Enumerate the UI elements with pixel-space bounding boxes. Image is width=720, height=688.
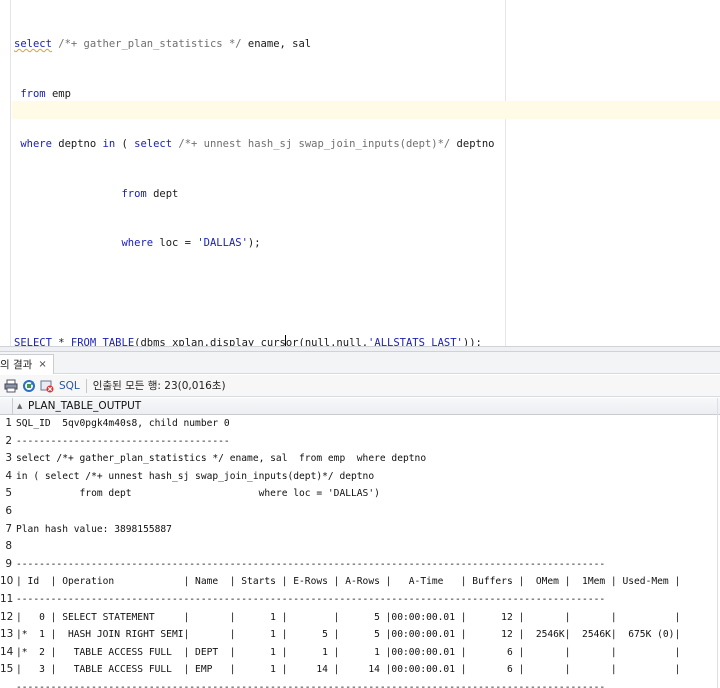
close-icon[interactable]: × bbox=[38, 356, 46, 374]
plan-output-cell[interactable]: |* 1 | HASH JOIN RIGHT SEMI| | 1 | 5 | 5… bbox=[16, 626, 716, 644]
code-line-1: select /*+ gather_plan_statistics */ ena… bbox=[14, 36, 495, 53]
keyword: where bbox=[20, 137, 52, 150]
row-number: 8 bbox=[5, 540, 12, 553]
plan-output-cell[interactable]: ----------------------------------------… bbox=[16, 679, 716, 688]
table-row[interactable]: 10 | Id | Operation | Name | Starts | E-R… bbox=[0, 573, 720, 591]
table-row[interactable]: 15 | 3 | TABLE ACCESS FULL | EMP | 1 | 14… bbox=[0, 661, 720, 679]
grid-corner[interactable] bbox=[0, 398, 13, 415]
table-row[interactable]: 2 ------------------------------------- bbox=[0, 433, 720, 451]
table-row[interactable]: 1 SQL_ID 5qv0pgk4m40s8, child number 0 bbox=[0, 415, 720, 433]
row-number: 7 bbox=[5, 522, 12, 535]
table-row[interactable]: 4 in ( select /*+ unnest hash_sj swap_joi… bbox=[0, 468, 720, 486]
grid-right-border bbox=[717, 398, 718, 688]
row-number: 4 bbox=[5, 469, 12, 482]
results-tabbar: 의 결과 × bbox=[0, 352, 720, 374]
sql-button[interactable]: SQL bbox=[59, 380, 80, 392]
grid-rows: 1 SQL_ID 5qv0pgk4m40s8, child number 0 2 --… bbox=[0, 415, 720, 688]
keyword: from bbox=[20, 87, 46, 100]
table-row[interactable]: 11 --------------------------------------… bbox=[0, 591, 720, 609]
table-row[interactable]: ----------------------------------------… bbox=[0, 679, 720, 688]
row-number: 10 bbox=[0, 575, 14, 588]
row-number: 14 bbox=[0, 645, 14, 658]
results-toolbar: SQL 인출된 모든 행: 23(0,016초) bbox=[0, 375, 720, 397]
row-number: 1 bbox=[5, 417, 12, 429]
sort-indicator-icon: ▲ bbox=[17, 402, 23, 410]
column-header-label: PLAN_TABLE_OUTPUT bbox=[28, 400, 142, 412]
code-text: ename, sal bbox=[241, 38, 312, 51]
tab-label: 의 결과 bbox=[0, 358, 33, 371]
code-line-4: from dept bbox=[14, 186, 495, 203]
comment-hint: /*+ gather_plan_statistics */ bbox=[51, 38, 242, 51]
plan-output-cell[interactable] bbox=[16, 538, 716, 556]
plan-output-cell[interactable]: ------------------------------------- bbox=[16, 433, 716, 451]
row-number bbox=[0, 679, 13, 688]
code-text: ( bbox=[115, 137, 135, 150]
tab-query-result[interactable]: 의 결과 × bbox=[0, 354, 54, 374]
plan-output-cell[interactable]: from dept where loc = 'DALLAS') bbox=[16, 485, 716, 503]
table-row[interactable]: 8 bbox=[0, 538, 720, 556]
table-row[interactable]: 9 ---------------------------------------… bbox=[0, 556, 720, 574]
table-row[interactable]: 3 select /*+ gather_plan_statistics */ en… bbox=[0, 450, 720, 468]
plan-output-cell[interactable]: in ( select /*+ unnest hash_sj swap_join… bbox=[16, 468, 716, 486]
grid-header: ▲ PLAN_TABLE_OUTPUT bbox=[0, 398, 720, 415]
code-text: ); bbox=[247, 237, 261, 250]
editor-code[interactable]: select /*+ gather_plan_statistics */ ena… bbox=[14, 3, 495, 385]
column-header-plan-table-output[interactable]: ▲ PLAN_TABLE_OUTPUT bbox=[14, 398, 718, 415]
comment-hint: /*+ unnest hash_sj swap_join_inputs(dept… bbox=[172, 137, 451, 150]
plan-output-cell[interactable]: | 3 | TABLE ACCESS FULL | EMP | 1 | 14 |… bbox=[16, 661, 716, 679]
plan-output-cell[interactable]: |* 2 | TABLE ACCESS FULL | DEPT | 1 | 1 … bbox=[16, 644, 716, 662]
keyword: select bbox=[14, 38, 52, 51]
row-number: 9 bbox=[5, 557, 12, 570]
code-text: dept bbox=[146, 187, 179, 200]
toolbar-separator bbox=[85, 378, 87, 393]
row-number: 3 bbox=[5, 452, 12, 465]
code-text: emp bbox=[45, 87, 71, 100]
plan-output-cell[interactable]: SQL_ID 5qv0pgk4m40s8, child number 0 bbox=[16, 415, 716, 433]
cancel-fetch-icon[interactable] bbox=[40, 379, 54, 393]
code-line-2: from emp bbox=[14, 86, 495, 103]
code-line-5: where loc = 'DALLAS'); bbox=[14, 235, 495, 252]
fetch-status: 인출된 모든 행: 23(0,016초) bbox=[92, 380, 226, 392]
plan-output-cell[interactable]: ----------------------------------------… bbox=[16, 591, 716, 609]
results-grid[interactable]: ▲ PLAN_TABLE_OUTPUT 1 SQL_ID 5qv0pgk4m40s… bbox=[0, 398, 720, 688]
plan-output-cell[interactable]: ----------------------------------------… bbox=[16, 556, 716, 574]
plan-output-cell[interactable]: | 0 | SELECT STATEMENT | | 1 | | 5 |00:0… bbox=[16, 609, 716, 627]
code-line-3: where deptno in ( select /*+ unnest hash… bbox=[14, 136, 495, 153]
code-text: loc = bbox=[153, 237, 198, 250]
row-number: 2 bbox=[5, 434, 12, 447]
keyword: from bbox=[121, 187, 147, 200]
refresh-icon[interactable] bbox=[22, 379, 36, 393]
string-literal: 'DALLAS' bbox=[197, 237, 248, 250]
row-number: 15 bbox=[0, 663, 14, 676]
row-number: 11 bbox=[0, 592, 14, 605]
row-number: 13 bbox=[0, 628, 14, 641]
code-text: deptno bbox=[450, 137, 495, 150]
sql-editor[interactable]: select /*+ gather_plan_statistics */ ena… bbox=[0, 0, 720, 349]
row-number: 5 bbox=[5, 487, 12, 500]
keyword: in bbox=[102, 137, 116, 150]
plan-output-cell[interactable]: | Id | Operation | Name | Starts | E-Row… bbox=[16, 573, 716, 591]
editor-gutter bbox=[0, 0, 11, 346]
plan-output-cell[interactable]: select /*+ gather_plan_statistics */ ena… bbox=[16, 450, 716, 468]
editor-margin-line bbox=[505, 0, 506, 346]
plan-output-cell[interactable] bbox=[16, 503, 716, 521]
row-number: 6 bbox=[5, 504, 12, 517]
table-row[interactable]: 14 |* 2 | TABLE ACCESS FULL | DEPT | 1 | … bbox=[0, 644, 720, 662]
row-number: 12 bbox=[0, 610, 14, 623]
keyword: select bbox=[134, 137, 173, 150]
table-row[interactable]: 6 bbox=[0, 503, 720, 521]
table-row[interactable]: 7 Plan hash value: 3898155887 bbox=[0, 521, 720, 539]
table-row[interactable]: 5 from dept where loc = 'DALLAS') bbox=[0, 485, 720, 503]
table-row[interactable]: 12 | 0 | SELECT STATEMENT | | 1 | | 5 |00… bbox=[0, 609, 720, 627]
code-text: deptno bbox=[51, 137, 103, 150]
print-icon[interactable] bbox=[4, 379, 18, 393]
keyword: where bbox=[121, 237, 154, 250]
plan-output-cell[interactable]: Plan hash value: 3898155887 bbox=[16, 521, 716, 539]
table-row[interactable]: 13 |* 1 | HASH JOIN RIGHT SEMI| | 1 | 5 |… bbox=[0, 626, 720, 644]
